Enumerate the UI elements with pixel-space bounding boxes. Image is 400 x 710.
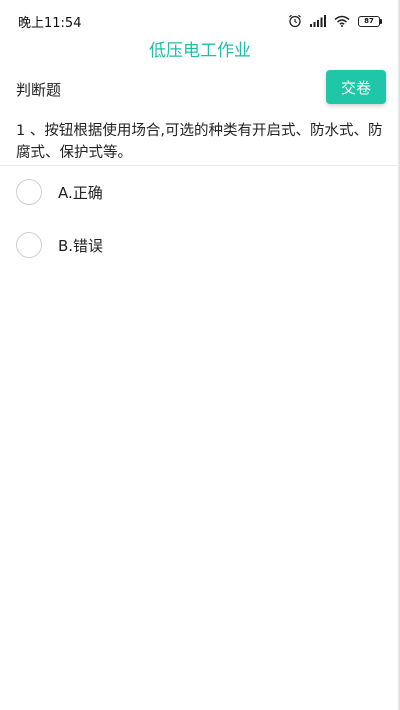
option-b-label: B.错误	[58, 236, 104, 255]
option-a[interactable]: A.正确	[0, 172, 400, 212]
screen: 晚上11:54 87 低压电工作业 判断题 交卷 1 、按钮根据使用场合,可选的…	[0, 0, 400, 710]
question-text: 1 、按钮根据使用场合,可选的种类有开启式、防水式、防腐式、保护式等。	[16, 123, 383, 161]
status-time: 晚上11:54	[18, 15, 82, 31]
status-icons: 87	[288, 14, 382, 28]
wifi-icon	[334, 15, 350, 27]
submit-exam-button[interactable]: 交卷	[326, 70, 386, 104]
battery-level: 87	[364, 16, 374, 25]
question-type-label: 判断题	[16, 81, 62, 99]
option-b-radio[interactable]	[16, 232, 42, 258]
option-a-label: A.正确	[58, 183, 103, 202]
option-b[interactable]: B.错误	[0, 225, 400, 265]
option-a-radio[interactable]	[16, 179, 42, 205]
app-title: 低压电工作业	[149, 41, 251, 61]
battery-icon: 87	[358, 15, 382, 27]
signal-icon	[310, 15, 326, 27]
divider	[0, 165, 400, 166]
alarm-icon	[288, 14, 302, 28]
header-row: 判断题 交卷	[0, 70, 400, 106]
